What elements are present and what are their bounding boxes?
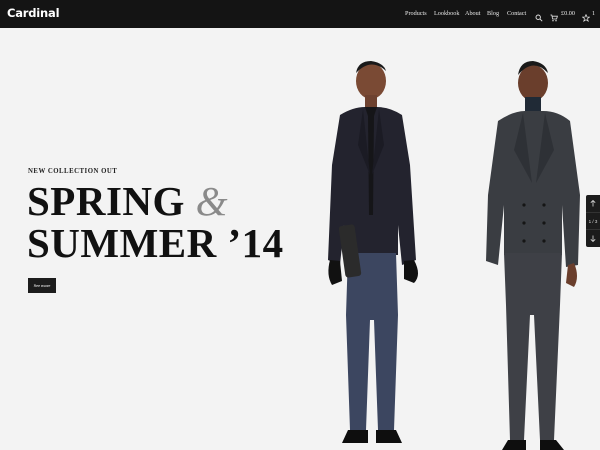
headline-line-2: SUMMER ’14: [27, 220, 284, 266]
nav-item-about[interactable]: About: [465, 10, 480, 17]
arrow-down-icon: [590, 235, 596, 242]
headline-spring: SPRING: [27, 178, 185, 224]
wishlist-count[interactable]: 1: [592, 10, 595, 17]
nav-item-products[interactable]: Products: [405, 10, 427, 17]
cart-total[interactable]: £0.00: [561, 10, 575, 17]
slider-control: 1 / 3: [586, 195, 600, 247]
nav-item-contact[interactable]: Contact: [507, 10, 526, 17]
nav-item-blog[interactable]: Blog: [487, 10, 499, 17]
hero-headline: SPRING & SUMMER ’14: [27, 180, 284, 264]
slide-prev-button[interactable]: [586, 195, 600, 212]
headline-ampersand: &: [195, 178, 229, 224]
arrow-up-icon: [590, 200, 596, 207]
search-icon[interactable]: [535, 9, 543, 22]
see-more-button[interactable]: See more: [28, 278, 56, 293]
model-right: [486, 61, 580, 450]
slide-counter: 1 / 3: [586, 212, 600, 230]
cart-icon[interactable]: [550, 9, 558, 22]
site-logo[interactable]: Cardinal: [7, 6, 60, 20]
top-navigation-bar: Cardinal Products Lookbook About Blog Co…: [0, 0, 600, 28]
star-icon[interactable]: [581, 9, 591, 23]
model-left: [328, 61, 418, 443]
headline-line-1: SPRING &: [27, 180, 284, 222]
slide-next-button[interactable]: [586, 230, 600, 247]
hero-model-photo: [328, 61, 580, 450]
hero-eyebrow: NEW COLLECTION OUT: [28, 168, 118, 175]
nav-item-lookbook[interactable]: Lookbook: [434, 10, 459, 17]
